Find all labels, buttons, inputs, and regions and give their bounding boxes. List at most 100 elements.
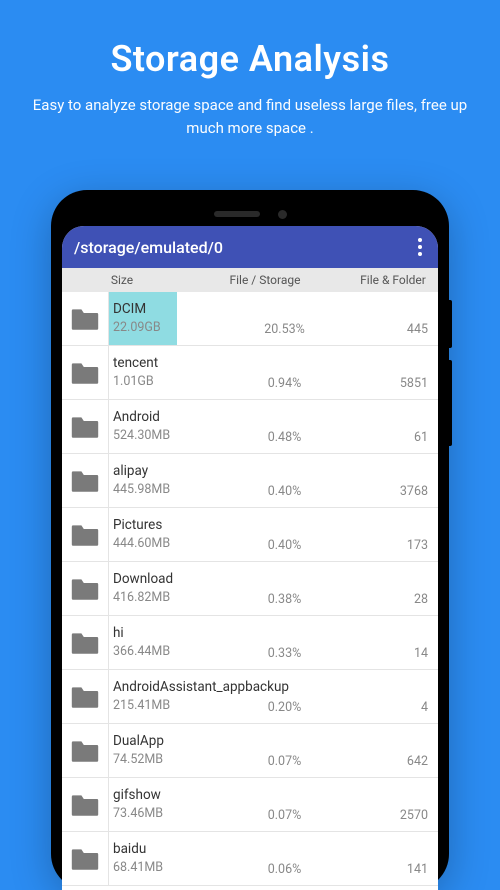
folder-icon bbox=[62, 400, 108, 453]
item-info: tencent1.01GB0.94%5851 bbox=[108, 346, 438, 399]
phone-screen: /storage/emulated/0 Size File / Storage … bbox=[62, 226, 438, 890]
folder-icon bbox=[62, 292, 108, 345]
item-info: gifshow73.46MB0.07%2570 bbox=[108, 778, 438, 831]
list-item[interactable]: baidu68.41MB0.06%141 bbox=[62, 832, 438, 886]
list-item[interactable]: DualApp74.52MB0.07%642 bbox=[62, 724, 438, 778]
item-info: DCIM22.09GB20.53%445 bbox=[108, 292, 438, 345]
phone-side-button bbox=[449, 300, 452, 348]
item-name: hi bbox=[113, 625, 203, 643]
folder-icon bbox=[62, 346, 108, 399]
column-headers: Size File / Storage File & Folder bbox=[62, 268, 438, 292]
item-count: 4 bbox=[366, 670, 438, 723]
dot-icon bbox=[418, 238, 422, 242]
item-name: Pictures bbox=[113, 517, 203, 535]
folder-icon bbox=[62, 832, 108, 885]
item-name: alipay bbox=[113, 463, 203, 481]
hero: Storage Analysis Easy to analyze storage… bbox=[0, 0, 500, 161]
item-size: 73.46MB bbox=[113, 806, 203, 822]
item-count: 2570 bbox=[366, 778, 438, 831]
item-size: 445.98MB bbox=[113, 482, 203, 498]
item-left: Android524.30MB bbox=[109, 400, 203, 453]
item-percent: 0.07% bbox=[203, 778, 366, 831]
item-percent: 0.33% bbox=[203, 616, 366, 669]
item-name: AndroidAssistant_appbackup bbox=[113, 679, 203, 697]
list-item[interactable]: gifshow73.46MB0.07%2570 bbox=[62, 778, 438, 832]
phone-frame: /storage/emulated/0 Size File / Storage … bbox=[51, 190, 449, 890]
item-size: 68.41MB bbox=[113, 860, 203, 876]
list-item[interactable]: Android524.30MB0.48%61 bbox=[62, 400, 438, 454]
item-name: gifshow bbox=[113, 787, 203, 805]
item-count: 5851 bbox=[366, 346, 438, 399]
item-count: 141 bbox=[366, 832, 438, 885]
folder-icon bbox=[62, 670, 108, 723]
folder-icon bbox=[62, 616, 108, 669]
item-info: alipay445.98MB0.40%3768 bbox=[108, 454, 438, 507]
list-item[interactable]: Download416.82MB0.38%28 bbox=[62, 562, 438, 616]
item-info: Download416.82MB0.38%28 bbox=[108, 562, 438, 615]
item-size: 215.41MB bbox=[113, 698, 203, 714]
folder-icon bbox=[62, 562, 108, 615]
item-name: DualApp bbox=[113, 733, 203, 751]
speaker-icon bbox=[214, 211, 260, 217]
item-name: Download bbox=[113, 571, 203, 589]
item-name: Android bbox=[113, 409, 203, 427]
list-item[interactable]: hi366.44MB0.33%14 bbox=[62, 616, 438, 670]
item-left: gifshow73.46MB bbox=[109, 778, 203, 831]
item-size: 22.09GB bbox=[113, 320, 203, 336]
item-left: DCIM22.09GB bbox=[109, 292, 203, 345]
item-left: hi366.44MB bbox=[109, 616, 203, 669]
list-item[interactable]: alipay445.98MB0.40%3768 bbox=[62, 454, 438, 508]
item-size: 74.52MB bbox=[113, 752, 203, 768]
item-name: tencent bbox=[113, 355, 203, 373]
item-count: 28 bbox=[366, 562, 438, 615]
item-left: AndroidAssistant_appbackup215.41MB bbox=[109, 670, 203, 723]
col-file-folder[interactable]: File & Folder bbox=[348, 268, 438, 292]
item-percent: 0.20% bbox=[203, 670, 366, 723]
item-info: Android524.30MB0.48%61 bbox=[108, 400, 438, 453]
item-left: Pictures444.60MB bbox=[109, 508, 203, 561]
hero-title: Storage Analysis bbox=[20, 38, 480, 80]
folder-icon bbox=[62, 454, 108, 507]
folder-icon bbox=[62, 724, 108, 777]
file-list[interactable]: DCIM22.09GB20.53%445tencent1.01GB0.94%58… bbox=[62, 292, 438, 886]
item-percent: 0.94% bbox=[203, 346, 366, 399]
item-percent: 0.38% bbox=[203, 562, 366, 615]
item-left: alipay445.98MB bbox=[109, 454, 203, 507]
overflow-menu-button[interactable] bbox=[412, 232, 428, 262]
item-percent: 20.53% bbox=[203, 292, 366, 345]
item-count: 61 bbox=[366, 400, 438, 453]
app-bar: /storage/emulated/0 bbox=[62, 226, 438, 268]
list-item[interactable]: tencent1.01GB0.94%5851 bbox=[62, 346, 438, 400]
item-info: DualApp74.52MB0.07%642 bbox=[108, 724, 438, 777]
item-size: 416.82MB bbox=[113, 590, 203, 606]
camera-icon bbox=[278, 210, 287, 219]
item-info: Pictures444.60MB0.40%173 bbox=[108, 508, 438, 561]
item-info: baidu68.41MB0.06%141 bbox=[108, 832, 438, 885]
item-size: 444.60MB bbox=[113, 536, 203, 552]
item-size: 1.01GB bbox=[113, 374, 203, 390]
item-percent: 0.40% bbox=[203, 454, 366, 507]
item-count: 3768 bbox=[366, 454, 438, 507]
hero-subtitle: Easy to analyze storage space and find u… bbox=[20, 94, 480, 141]
item-percent: 0.07% bbox=[203, 724, 366, 777]
dot-icon bbox=[418, 252, 422, 256]
folder-icon bbox=[62, 778, 108, 831]
item-count: 445 bbox=[366, 292, 438, 345]
item-left: DualApp74.52MB bbox=[109, 724, 203, 777]
item-percent: 0.40% bbox=[203, 508, 366, 561]
item-info: hi366.44MB0.33%14 bbox=[108, 616, 438, 669]
item-count: 173 bbox=[366, 508, 438, 561]
item-left: tencent1.01GB bbox=[109, 346, 203, 399]
item-count: 642 bbox=[366, 724, 438, 777]
list-item[interactable]: Pictures444.60MB0.40%173 bbox=[62, 508, 438, 562]
item-percent: 0.48% bbox=[203, 400, 366, 453]
item-percent: 0.06% bbox=[203, 832, 366, 885]
item-left: baidu68.41MB bbox=[109, 832, 203, 885]
item-name: baidu bbox=[113, 841, 203, 859]
list-item[interactable]: DCIM22.09GB20.53%445 bbox=[62, 292, 438, 346]
phone-notch bbox=[62, 202, 438, 226]
item-count: 14 bbox=[366, 616, 438, 669]
col-file-storage[interactable]: File / Storage bbox=[182, 268, 348, 292]
list-item[interactable]: AndroidAssistant_appbackup215.41MB0.20%4 bbox=[62, 670, 438, 724]
col-size[interactable]: Size bbox=[62, 268, 182, 292]
